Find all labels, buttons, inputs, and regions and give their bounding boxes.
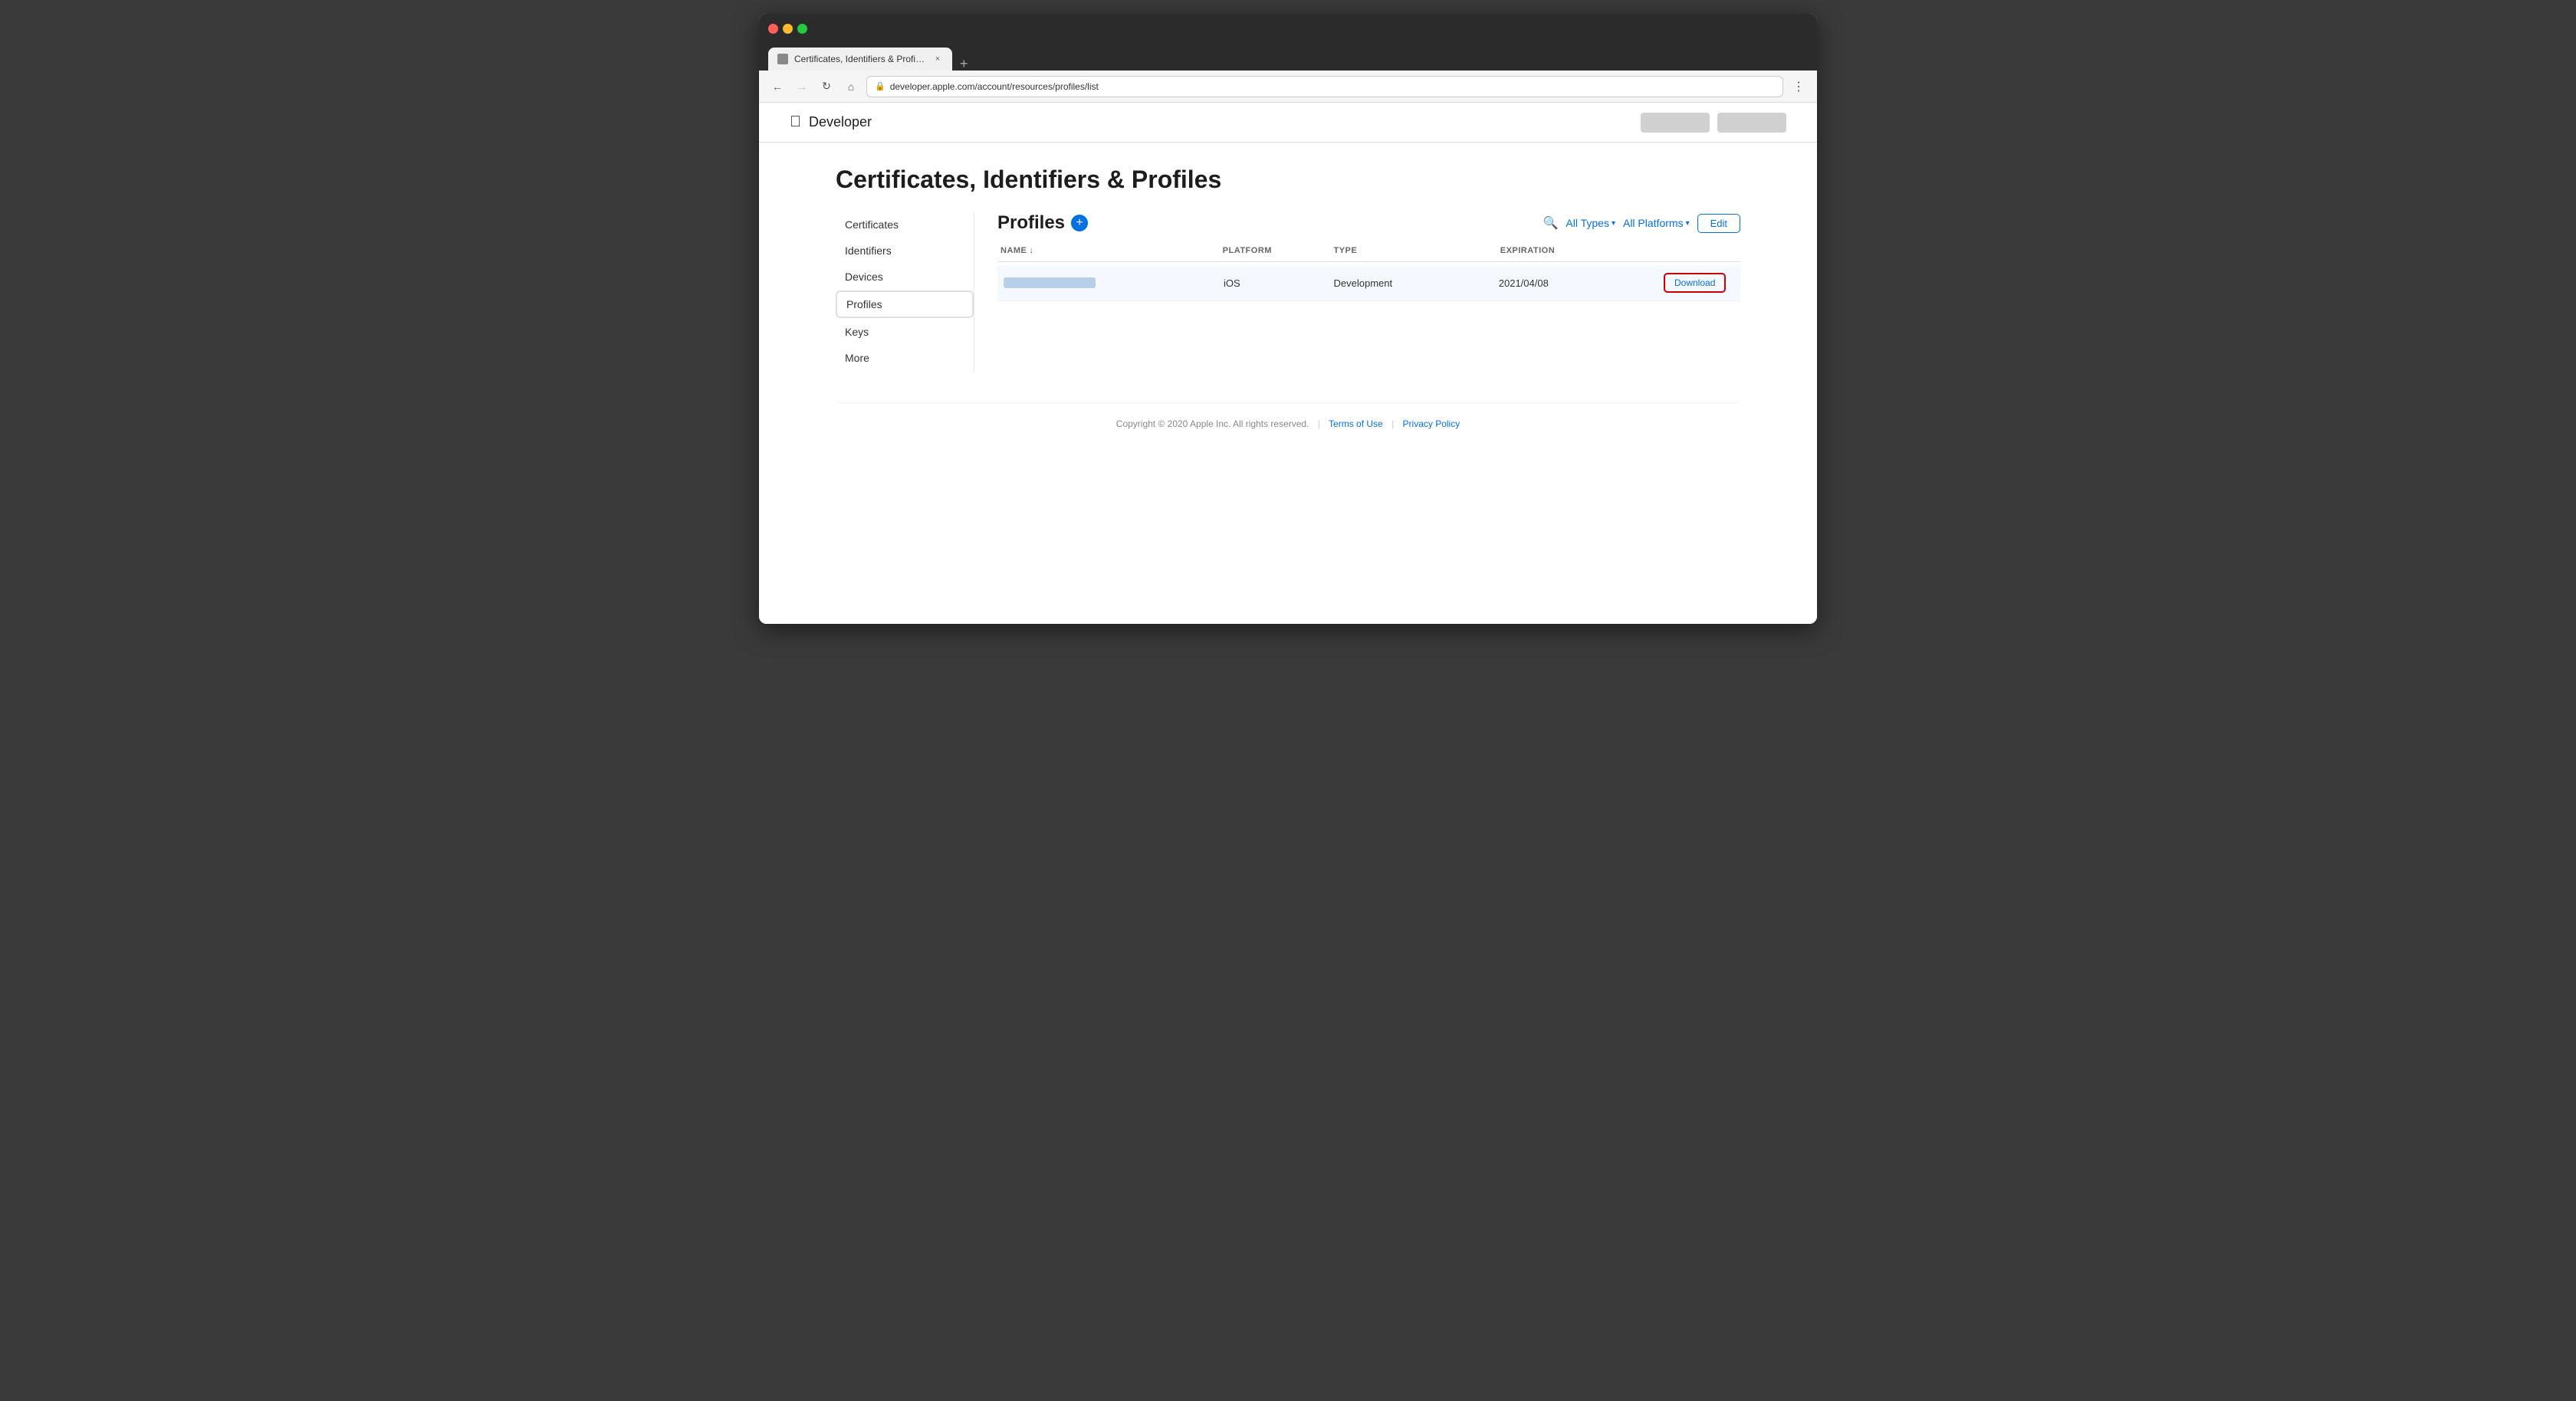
all-types-chevron-icon: ▾ xyxy=(1612,219,1615,228)
profile-type-cell: Development xyxy=(1331,277,1496,289)
home-button[interactable]: ⌂ xyxy=(842,77,860,96)
table-row: iOS Development 2021/04/08 Download xyxy=(997,265,1740,301)
header-signin-btn[interactable] xyxy=(1717,113,1786,133)
download-button[interactable]: Download xyxy=(1664,273,1726,293)
header-account-btn[interactable] xyxy=(1641,113,1710,133)
url-text: developer.apple.com/account/resources/pr… xyxy=(890,81,1099,92)
tab-close-button[interactable]: × xyxy=(932,54,943,64)
main-content: Certificates, Identifiers & Profiles Cer… xyxy=(790,143,1786,468)
active-tab[interactable]: Certificates, Identifiers & Profile… × xyxy=(768,48,952,71)
col-type-header: TYPE xyxy=(1330,246,1497,255)
profile-expiration-cell: 2021/04/08 xyxy=(1496,277,1661,289)
panel-controls: 🔍 All Types ▾ All Platforms ▾ Edit xyxy=(1543,214,1740,233)
copyright-text: Copyright © 2020 Apple Inc. All rights r… xyxy=(1116,418,1309,429)
address-bar[interactable]: 🔒 developer.apple.com/account/resources/… xyxy=(866,76,1783,97)
footer-separator-1: | xyxy=(1318,418,1320,429)
profile-platform-cell: iOS xyxy=(1221,277,1331,289)
sidebar: Certificates Identifiers Devices Profile… xyxy=(836,212,974,372)
page-title: Certificates, Identifiers & Profiles xyxy=(836,166,1740,194)
browser-window: Certificates, Identifiers & Profile… × +… xyxy=(759,14,1817,624)
sort-indicator: ↓ xyxy=(1029,246,1033,255)
col-platform-header: PLATFORM xyxy=(1220,246,1331,255)
new-tab-button[interactable]: + xyxy=(957,57,971,71)
profile-action-cell: Download xyxy=(1661,273,1737,293)
table-header: NAME ↓ PLATFORM TYPE EXPIRATION xyxy=(997,246,1740,262)
maximize-traffic-light[interactable] xyxy=(797,24,807,34)
sidebar-item-profiles[interactable]: Profiles xyxy=(836,290,974,318)
panel-title: Profiles xyxy=(997,212,1065,234)
search-button[interactable]: 🔍 xyxy=(1543,215,1558,231)
browser-menu-button[interactable]: ⋮ xyxy=(1789,77,1808,96)
profile-name-cell xyxy=(1001,277,1221,288)
panel-header: Profiles + 🔍 All Types ▾ All Platforms xyxy=(997,212,1740,234)
privacy-policy-link[interactable]: Privacy Policy xyxy=(1403,418,1460,429)
close-traffic-light[interactable] xyxy=(768,24,778,34)
apple-logo-icon:  xyxy=(790,113,801,131)
all-platforms-dropdown[interactable]: All Platforms ▾ xyxy=(1623,217,1690,229)
tab-favicon xyxy=(777,54,788,64)
traffic-lights xyxy=(768,24,807,34)
sidebar-item-identifiers[interactable]: Identifiers xyxy=(836,238,974,263)
lock-icon: 🔒 xyxy=(875,81,886,91)
page-footer: Copyright © 2020 Apple Inc. All rights r… xyxy=(836,402,1740,445)
content-layout: Certificates Identifiers Devices Profile… xyxy=(836,212,1740,372)
all-types-label: All Types xyxy=(1566,217,1609,229)
header-brand:  Developer xyxy=(790,113,872,131)
sidebar-item-devices[interactable]: Devices xyxy=(836,264,974,289)
refresh-button[interactable]: ↻ xyxy=(817,77,836,96)
add-profile-button[interactable]: + xyxy=(1071,215,1088,231)
apple-header:  Developer xyxy=(759,103,1817,143)
col-action-header xyxy=(1664,246,1740,255)
profile-name-placeholder xyxy=(1004,277,1096,288)
col-expiration-header: EXPIRATION xyxy=(1497,246,1664,255)
back-button[interactable]: ← xyxy=(768,77,787,96)
sidebar-item-keys[interactable]: Keys xyxy=(836,320,974,344)
minimize-traffic-light[interactable] xyxy=(783,24,793,34)
footer-separator-2: | xyxy=(1392,418,1394,429)
tab-bar: Certificates, Identifiers & Profile… × + xyxy=(759,43,1817,71)
browser-toolbar: ← → ↻ ⌂ 🔒 developer.apple.com/account/re… xyxy=(759,71,1817,103)
edit-button[interactable]: Edit xyxy=(1697,214,1740,233)
forward-button[interactable]: → xyxy=(793,77,811,96)
all-types-dropdown[interactable]: All Types ▾ xyxy=(1566,217,1615,229)
header-actions xyxy=(1641,113,1786,133)
tab-title: Certificates, Identifiers & Profile… xyxy=(794,54,926,64)
terms-of-use-link[interactable]: Terms of Use xyxy=(1329,418,1383,429)
title-bar xyxy=(759,14,1817,43)
all-platforms-label: All Platforms xyxy=(1623,217,1684,229)
main-panel: Profiles + 🔍 All Types ▾ All Platforms xyxy=(974,212,1740,372)
sidebar-item-certificates[interactable]: Certificates xyxy=(836,212,974,237)
page-content:  Developer Certificates, Identifiers & … xyxy=(759,103,1817,624)
col-name-header[interactable]: NAME ↓ xyxy=(997,246,1220,255)
sidebar-item-more[interactable]: More xyxy=(836,346,974,370)
all-platforms-chevron-icon: ▾ xyxy=(1686,219,1690,228)
developer-label: Developer xyxy=(809,114,872,130)
panel-title-area: Profiles + xyxy=(997,212,1088,234)
